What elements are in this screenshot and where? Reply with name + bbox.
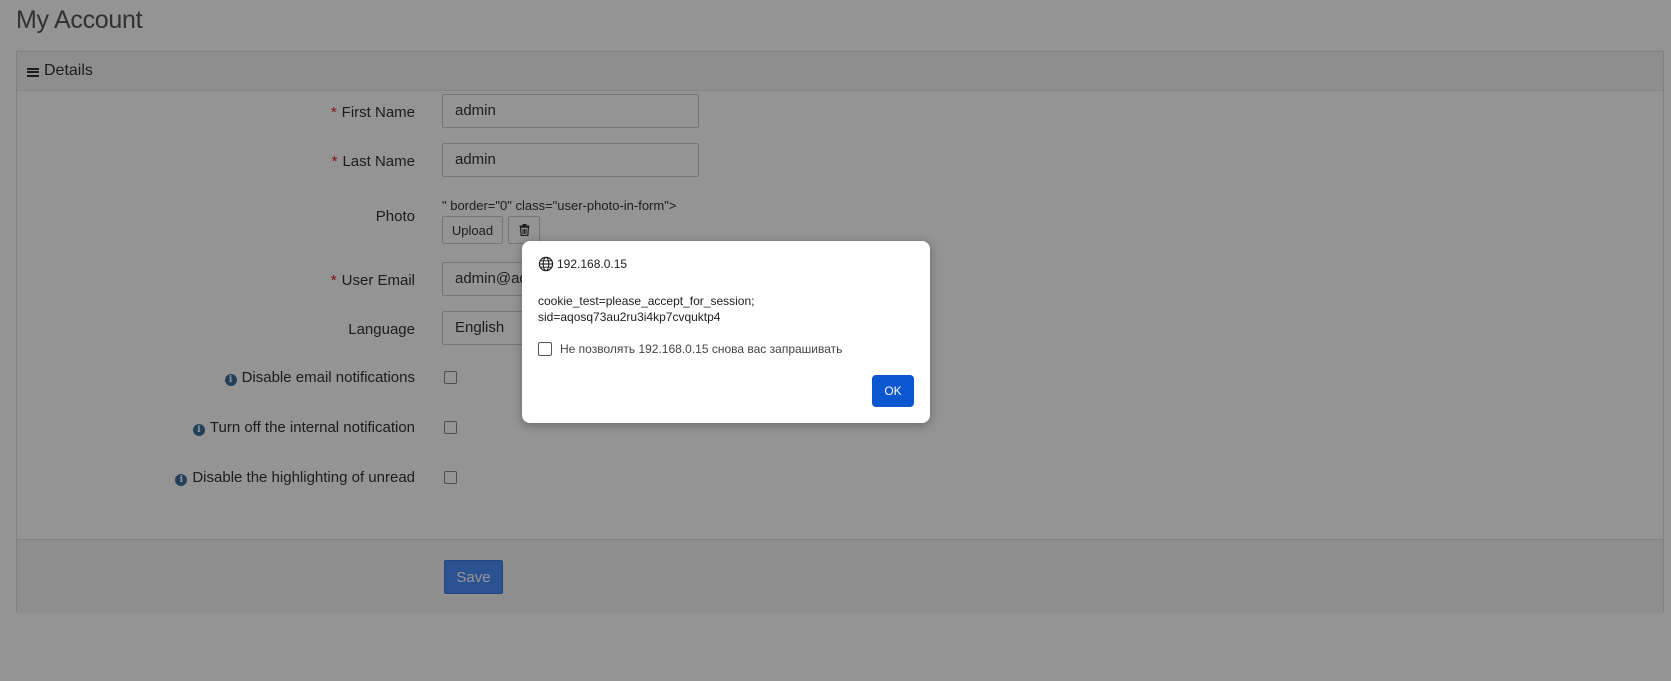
dialog-origin: 192.168.0.15	[538, 256, 627, 272]
dialog-message: cookie_test=please_accept_for_session; s…	[538, 293, 754, 325]
dialog-suppress-row: Не позволять 192.168.0.15 снова вас запр…	[538, 342, 842, 356]
dialog-message-line1: cookie_test=please_accept_for_session;	[538, 294, 755, 308]
alert-dialog: 192.168.0.15 cookie_test=please_accept_f…	[522, 241, 930, 423]
dialog-ok-button[interactable]: OK	[872, 375, 914, 407]
dialog-message-line2: sid=aqosq73au2ru3i4kp7cvquktp4	[538, 310, 721, 324]
dialog-origin-text: 192.168.0.15	[557, 257, 628, 271]
dialog-suppress-label: Не позволять 192.168.0.15 снова вас запр…	[560, 342, 843, 356]
dialog-suppress-checkbox[interactable]	[538, 342, 552, 356]
globe-icon	[538, 256, 554, 272]
